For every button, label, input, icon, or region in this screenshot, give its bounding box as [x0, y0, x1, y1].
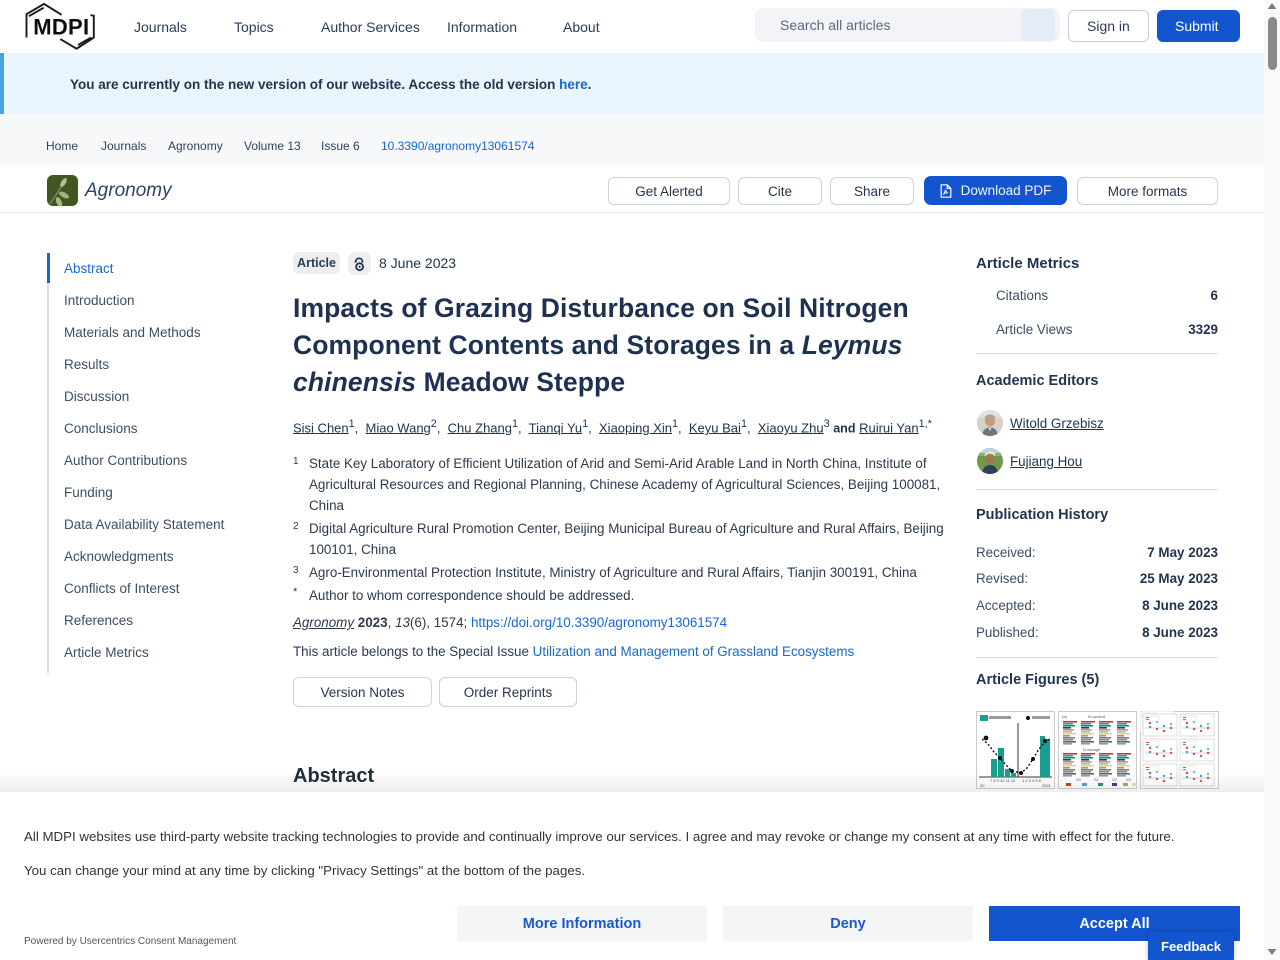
svg-text:N storage: N storage [1083, 747, 1101, 752]
svg-text:(a): (a) [1062, 714, 1068, 719]
svg-text:MDPI: MDPI [33, 14, 89, 39]
svg-text:N content: N content [1088, 714, 1106, 719]
